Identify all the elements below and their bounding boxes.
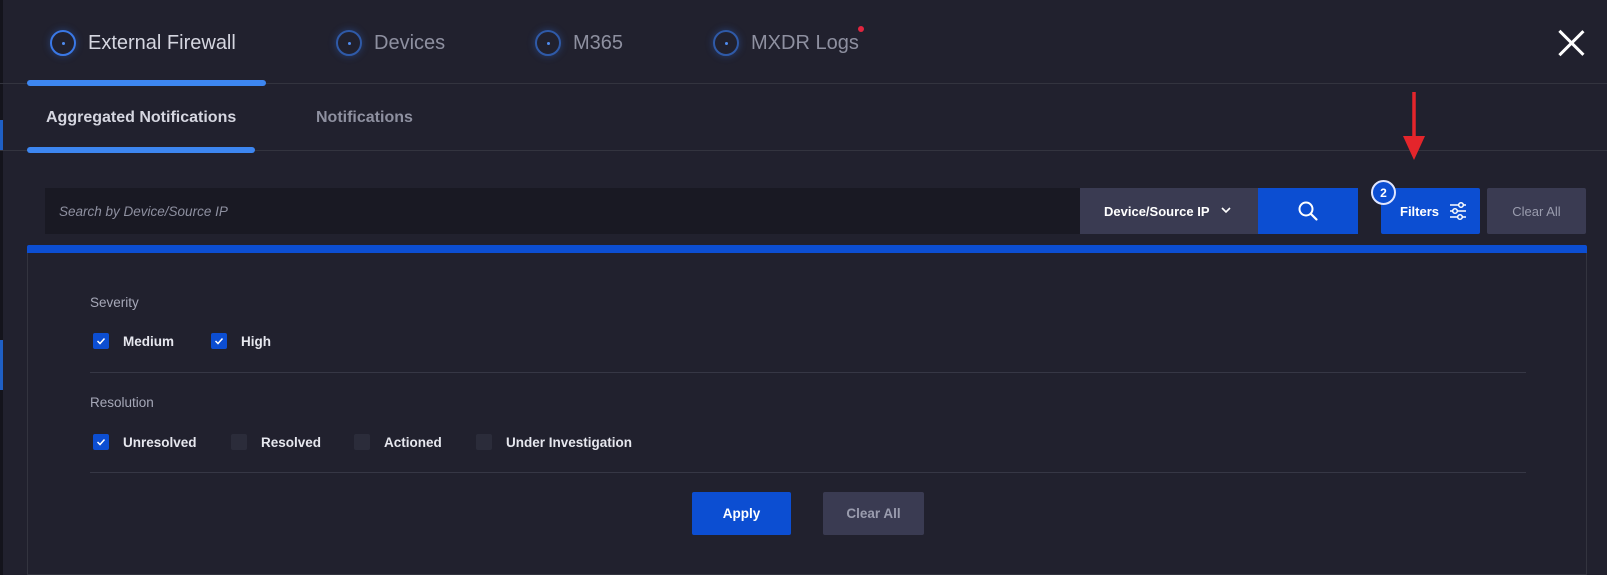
chevron-down-icon <box>1221 207 1231 214</box>
search-button[interactable] <box>1258 188 1358 234</box>
divider <box>90 472 1526 473</box>
radar-icon <box>336 30 362 56</box>
tab-devices[interactable]: Devices <box>336 28 445 58</box>
search-input[interactable]: Search by Device/Source IP <box>45 188 1080 234</box>
checkbox-box <box>354 434 370 450</box>
filter-panel <box>27 253 1587 575</box>
tab-label: M365 <box>573 31 624 54</box>
search-icon <box>1298 201 1318 221</box>
tab-m365[interactable]: M365 <box>535 28 623 58</box>
tab-label: External Firewall <box>88 31 236 54</box>
clear-all-filters-button[interactable]: Clear All <box>823 492 924 535</box>
check-icon <box>96 438 106 446</box>
checkbox-label: High <box>241 333 271 349</box>
sub-tab-bar: Aggregated Notifications Notifications <box>0 86 1607 151</box>
close-button[interactable] <box>1556 28 1586 58</box>
radar-icon <box>713 30 739 56</box>
resolution-actioned-checkbox[interactable]: Actioned <box>354 434 442 450</box>
tab-label: Devices <box>374 31 446 54</box>
divider <box>90 372 1526 373</box>
apply-button[interactable]: Apply <box>692 492 791 535</box>
filters-count-badge: 2 <box>1371 180 1396 205</box>
annotation-arrow <box>1403 92 1425 160</box>
tab-mxdr-logs[interactable]: MXDR Logs <box>713 26 864 58</box>
resolution-under-investigation-checkbox[interactable]: Under Investigation <box>476 434 632 450</box>
notification-dot <box>858 26 864 32</box>
tab-label: MXDR Logs <box>751 31 859 54</box>
filters-label: Filters <box>1400 203 1440 219</box>
checkbox-box <box>211 333 227 349</box>
severity-label: Severity <box>90 295 139 310</box>
sliders-icon <box>1450 201 1466 221</box>
clear-all-button[interactable]: Clear All <box>1487 188 1586 234</box>
search-field-select[interactable]: Device/Source IP <box>1080 188 1258 234</box>
checkbox-label: Resolved <box>261 434 322 450</box>
select-value: Device/Source IP <box>1104 203 1210 219</box>
checkbox-label: Actioned <box>384 434 442 450</box>
checkbox-box <box>476 434 492 450</box>
filters-button[interactable]: Filters <box>1381 188 1480 234</box>
radar-icon <box>50 30 76 56</box>
top-tab-bar: External Firewall Devices M365 MXDR Logs <box>0 0 1607 84</box>
checkbox-box <box>231 434 247 450</box>
resolution-label: Resolution <box>90 395 154 410</box>
resolution-unresolved-checkbox[interactable]: Unresolved <box>93 434 197 450</box>
checkbox-label: Unresolved <box>123 434 197 450</box>
checkbox-label: Medium <box>123 333 175 349</box>
radar-icon <box>535 30 561 56</box>
checkbox-label: Under Investigation <box>506 434 633 450</box>
tab-notifications[interactable]: Notifications <box>316 109 413 127</box>
active-subtab-indicator <box>27 147 255 153</box>
check-icon <box>96 337 106 345</box>
resolution-resolved-checkbox[interactable]: Resolved <box>231 434 321 450</box>
severity-high-checkbox[interactable]: High <box>211 333 271 349</box>
severity-medium-checkbox[interactable]: Medium <box>93 333 174 349</box>
tab-external-firewall[interactable]: External Firewall <box>50 28 236 58</box>
tab-aggregated-notifications[interactable]: Aggregated Notifications <box>46 109 236 127</box>
checkbox-box <box>93 333 109 349</box>
check-icon <box>214 337 224 345</box>
checkbox-box <box>93 434 109 450</box>
